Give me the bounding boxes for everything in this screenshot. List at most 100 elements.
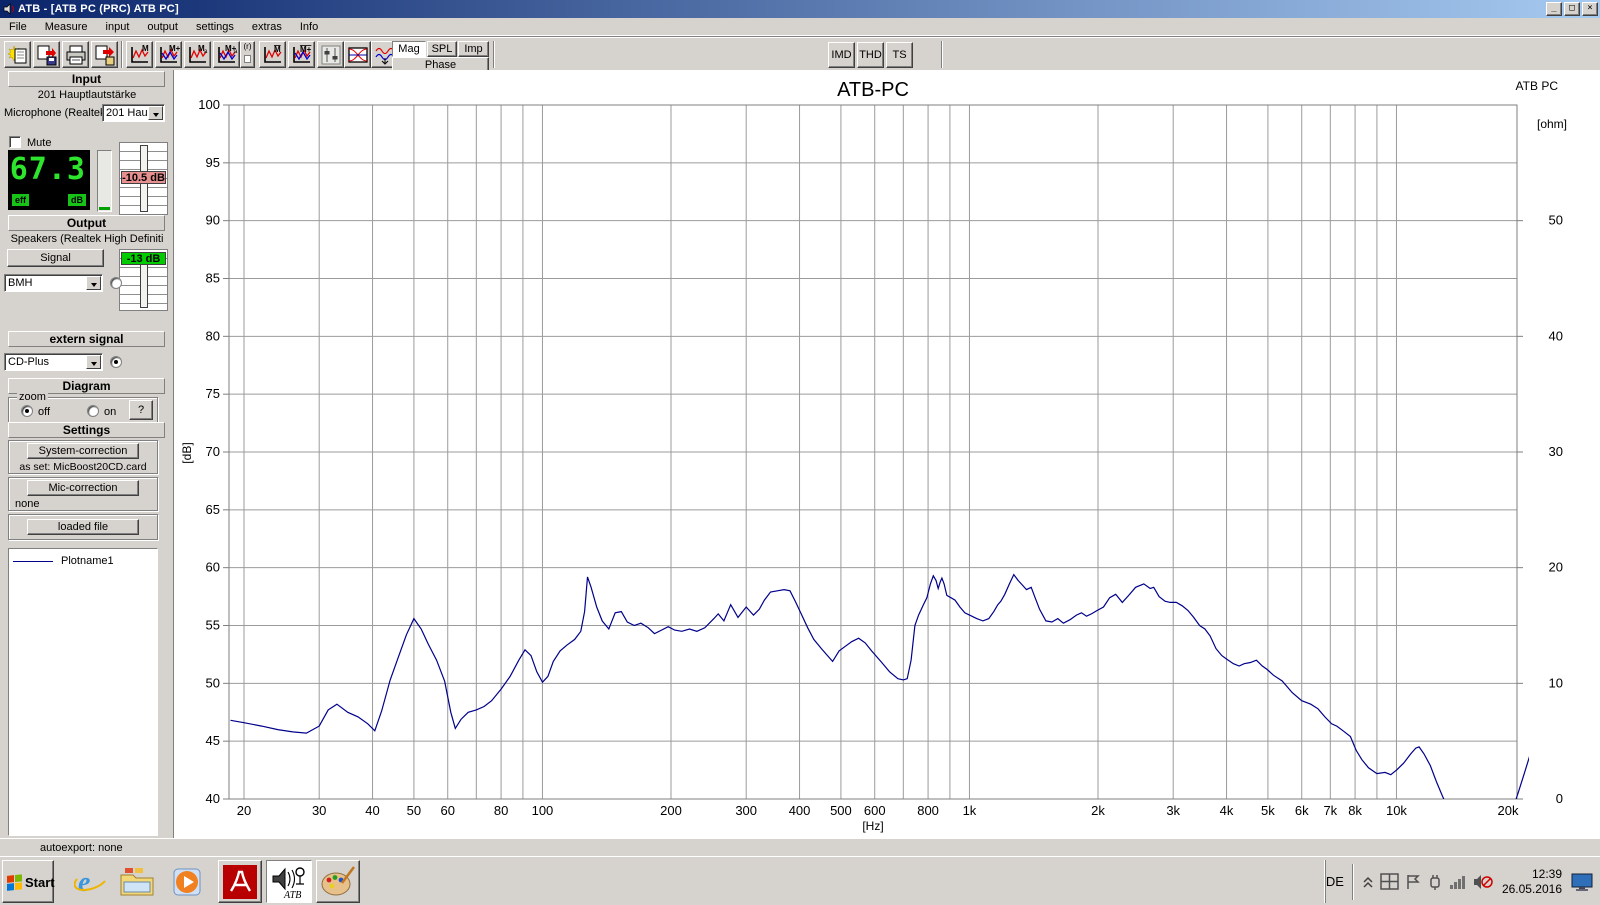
legend-item[interactable]: Plotname1: [13, 555, 114, 567]
measure-m-plus-avg-button[interactable]: M+a: [213, 41, 240, 68]
tray-time: 12:39: [1502, 867, 1562, 882]
svg-text:50: 50: [206, 675, 220, 690]
input-level-eff-badge: eff: [12, 194, 29, 206]
tray-power-plug-icon[interactable]: [1427, 873, 1443, 891]
measure-m-button[interactable]: M: [126, 41, 153, 68]
svg-text:ATB-PC: ATB-PC: [837, 79, 909, 101]
file-explorer-launcher[interactable]: [116, 862, 158, 902]
svg-text:M: M: [142, 44, 149, 53]
chevron-down-icon[interactable]: [148, 106, 163, 120]
zoom-help-button[interactable]: ?: [129, 400, 153, 420]
new-document-icon: [7, 44, 29, 66]
internet-explorer-launcher[interactable]: e: [70, 862, 112, 902]
plot-legend: Plotname1: [8, 548, 158, 836]
new-measurement-button[interactable]: [4, 41, 31, 68]
svg-text:50: 50: [1549, 213, 1563, 228]
measure-mbar-button[interactable]: M: [259, 41, 286, 68]
save-icon: [36, 44, 58, 66]
windows-logo-icon: [6, 873, 24, 891]
microphone-select-value: 201 Haup: [106, 107, 147, 119]
reference-button[interactable]: (r): [240, 41, 255, 68]
menu-input[interactable]: input: [97, 19, 139, 35]
export-button[interactable]: [91, 41, 118, 68]
microphone-select[interactable]: 201 Haup: [102, 104, 165, 122]
measure-mbar-plus-button[interactable]: M+: [288, 41, 315, 68]
zoom-on-radio[interactable]: [87, 405, 99, 417]
mode-mag-button[interactable]: Mag: [392, 41, 426, 57]
imd-button[interactable]: IMD: [828, 42, 855, 68]
svg-text:80: 80: [494, 803, 508, 818]
svg-text:20: 20: [237, 803, 251, 818]
media-player-launcher[interactable]: [166, 862, 208, 902]
mode-imp-button[interactable]: Imp: [458, 41, 489, 57]
legend-line-swatch: [13, 561, 53, 562]
svg-text:85: 85: [206, 271, 220, 286]
envelope-chart-icon: [347, 44, 369, 66]
mute-label: Mute: [27, 137, 51, 149]
svg-text:100: 100: [198, 97, 220, 112]
paint-task-button[interactable]: [316, 860, 360, 903]
svg-text:2k: 2k: [1091, 803, 1105, 818]
menu-measure[interactable]: Measure: [36, 19, 97, 35]
internet-explorer-icon: e: [74, 865, 108, 899]
extern-signal-radio[interactable]: [110, 356, 122, 368]
loaded-file-button[interactable]: loaded file: [27, 519, 139, 535]
adobe-reader-task-button[interactable]: [218, 860, 262, 903]
menu-settings[interactable]: settings: [187, 19, 243, 35]
svg-text:600: 600: [864, 803, 886, 818]
frequency-response-chart[interactable]: 4045505560657075808590951000102030405020…: [174, 70, 1600, 838]
folder-icon: [119, 866, 155, 898]
zoom-off-label: off: [38, 406, 50, 418]
output-gain-slider[interactable]: -13 dB: [119, 249, 168, 311]
measure-m-plus-button[interactable]: M+: [155, 41, 182, 68]
svg-text:70: 70: [206, 444, 220, 459]
system-correction-group: System-correction as set: MicBoost20CD.c…: [8, 440, 158, 474]
input-level-display: 67.3 eff dB: [8, 150, 90, 210]
save-measurement-button[interactable]: [33, 41, 60, 68]
menu-bar: File Measure input output settings extra…: [0, 18, 1600, 36]
menu-output[interactable]: output: [138, 19, 187, 35]
menu-info[interactable]: Info: [291, 19, 327, 35]
language-indicator[interactable]: DE: [1326, 874, 1344, 889]
thd-button[interactable]: THD: [857, 42, 884, 68]
atb-task-button[interactable]: ATB: [266, 860, 312, 903]
tray-expand-chevron-icon[interactable]: [1362, 875, 1374, 889]
tray-display-icon[interactable]: [1571, 873, 1593, 891]
tray-window-icon[interactable]: [1380, 873, 1399, 891]
tray-flag-icon[interactable]: [1405, 873, 1421, 891]
extern-signal-select[interactable]: CD-Plus: [4, 353, 103, 371]
ts-button[interactable]: TS: [886, 42, 913, 68]
system-tray: DE: [1325, 860, 1596, 903]
start-button[interactable]: Start: [2, 860, 54, 903]
menu-extras[interactable]: extras: [243, 19, 291, 35]
tray-clock[interactable]: 12:39 26.05.2016: [1502, 867, 1562, 897]
svg-text:100: 100: [532, 803, 554, 818]
minimize-button[interactable]: _: [1546, 2, 1562, 16]
zoom-off-radio[interactable]: [21, 405, 33, 417]
mode-spl-button[interactable]: SPL: [427, 41, 457, 57]
system-correction-button[interactable]: System-correction: [27, 443, 139, 459]
svg-text:45: 45: [206, 733, 220, 748]
window-function-button[interactable]: [344, 41, 371, 68]
svg-text:800: 800: [917, 803, 939, 818]
measure-m-avg-button[interactable]: Ma: [184, 41, 211, 68]
chevron-down-icon[interactable]: [86, 276, 101, 290]
level-adjust-button[interactable]: [317, 41, 344, 68]
signal-button[interactable]: Signal: [7, 249, 104, 267]
maximize-button[interactable]: □: [1564, 2, 1580, 16]
app-icon: [2, 2, 16, 16]
chart-panel: 4045505560657075808590951000102030405020…: [174, 70, 1600, 838]
tray-volume-muted-icon[interactable]: [1473, 874, 1493, 890]
close-button[interactable]: ×: [1582, 2, 1598, 16]
signal-radio[interactable]: [110, 277, 122, 289]
mute-checkbox[interactable]: [9, 136, 21, 148]
tray-network-signal-icon[interactable]: [1449, 874, 1467, 890]
svg-text:40: 40: [206, 791, 220, 806]
mic-correction-button[interactable]: Mic-correction: [27, 480, 139, 496]
print-button[interactable]: [62, 41, 89, 68]
signal-select[interactable]: BMH: [4, 274, 103, 292]
menu-file[interactable]: File: [0, 19, 36, 35]
loaded-file-group: loaded file: [8, 514, 158, 540]
input-gain-slider[interactable]: -10.5 dB: [119, 142, 168, 215]
chevron-down-icon[interactable]: [86, 355, 101, 369]
